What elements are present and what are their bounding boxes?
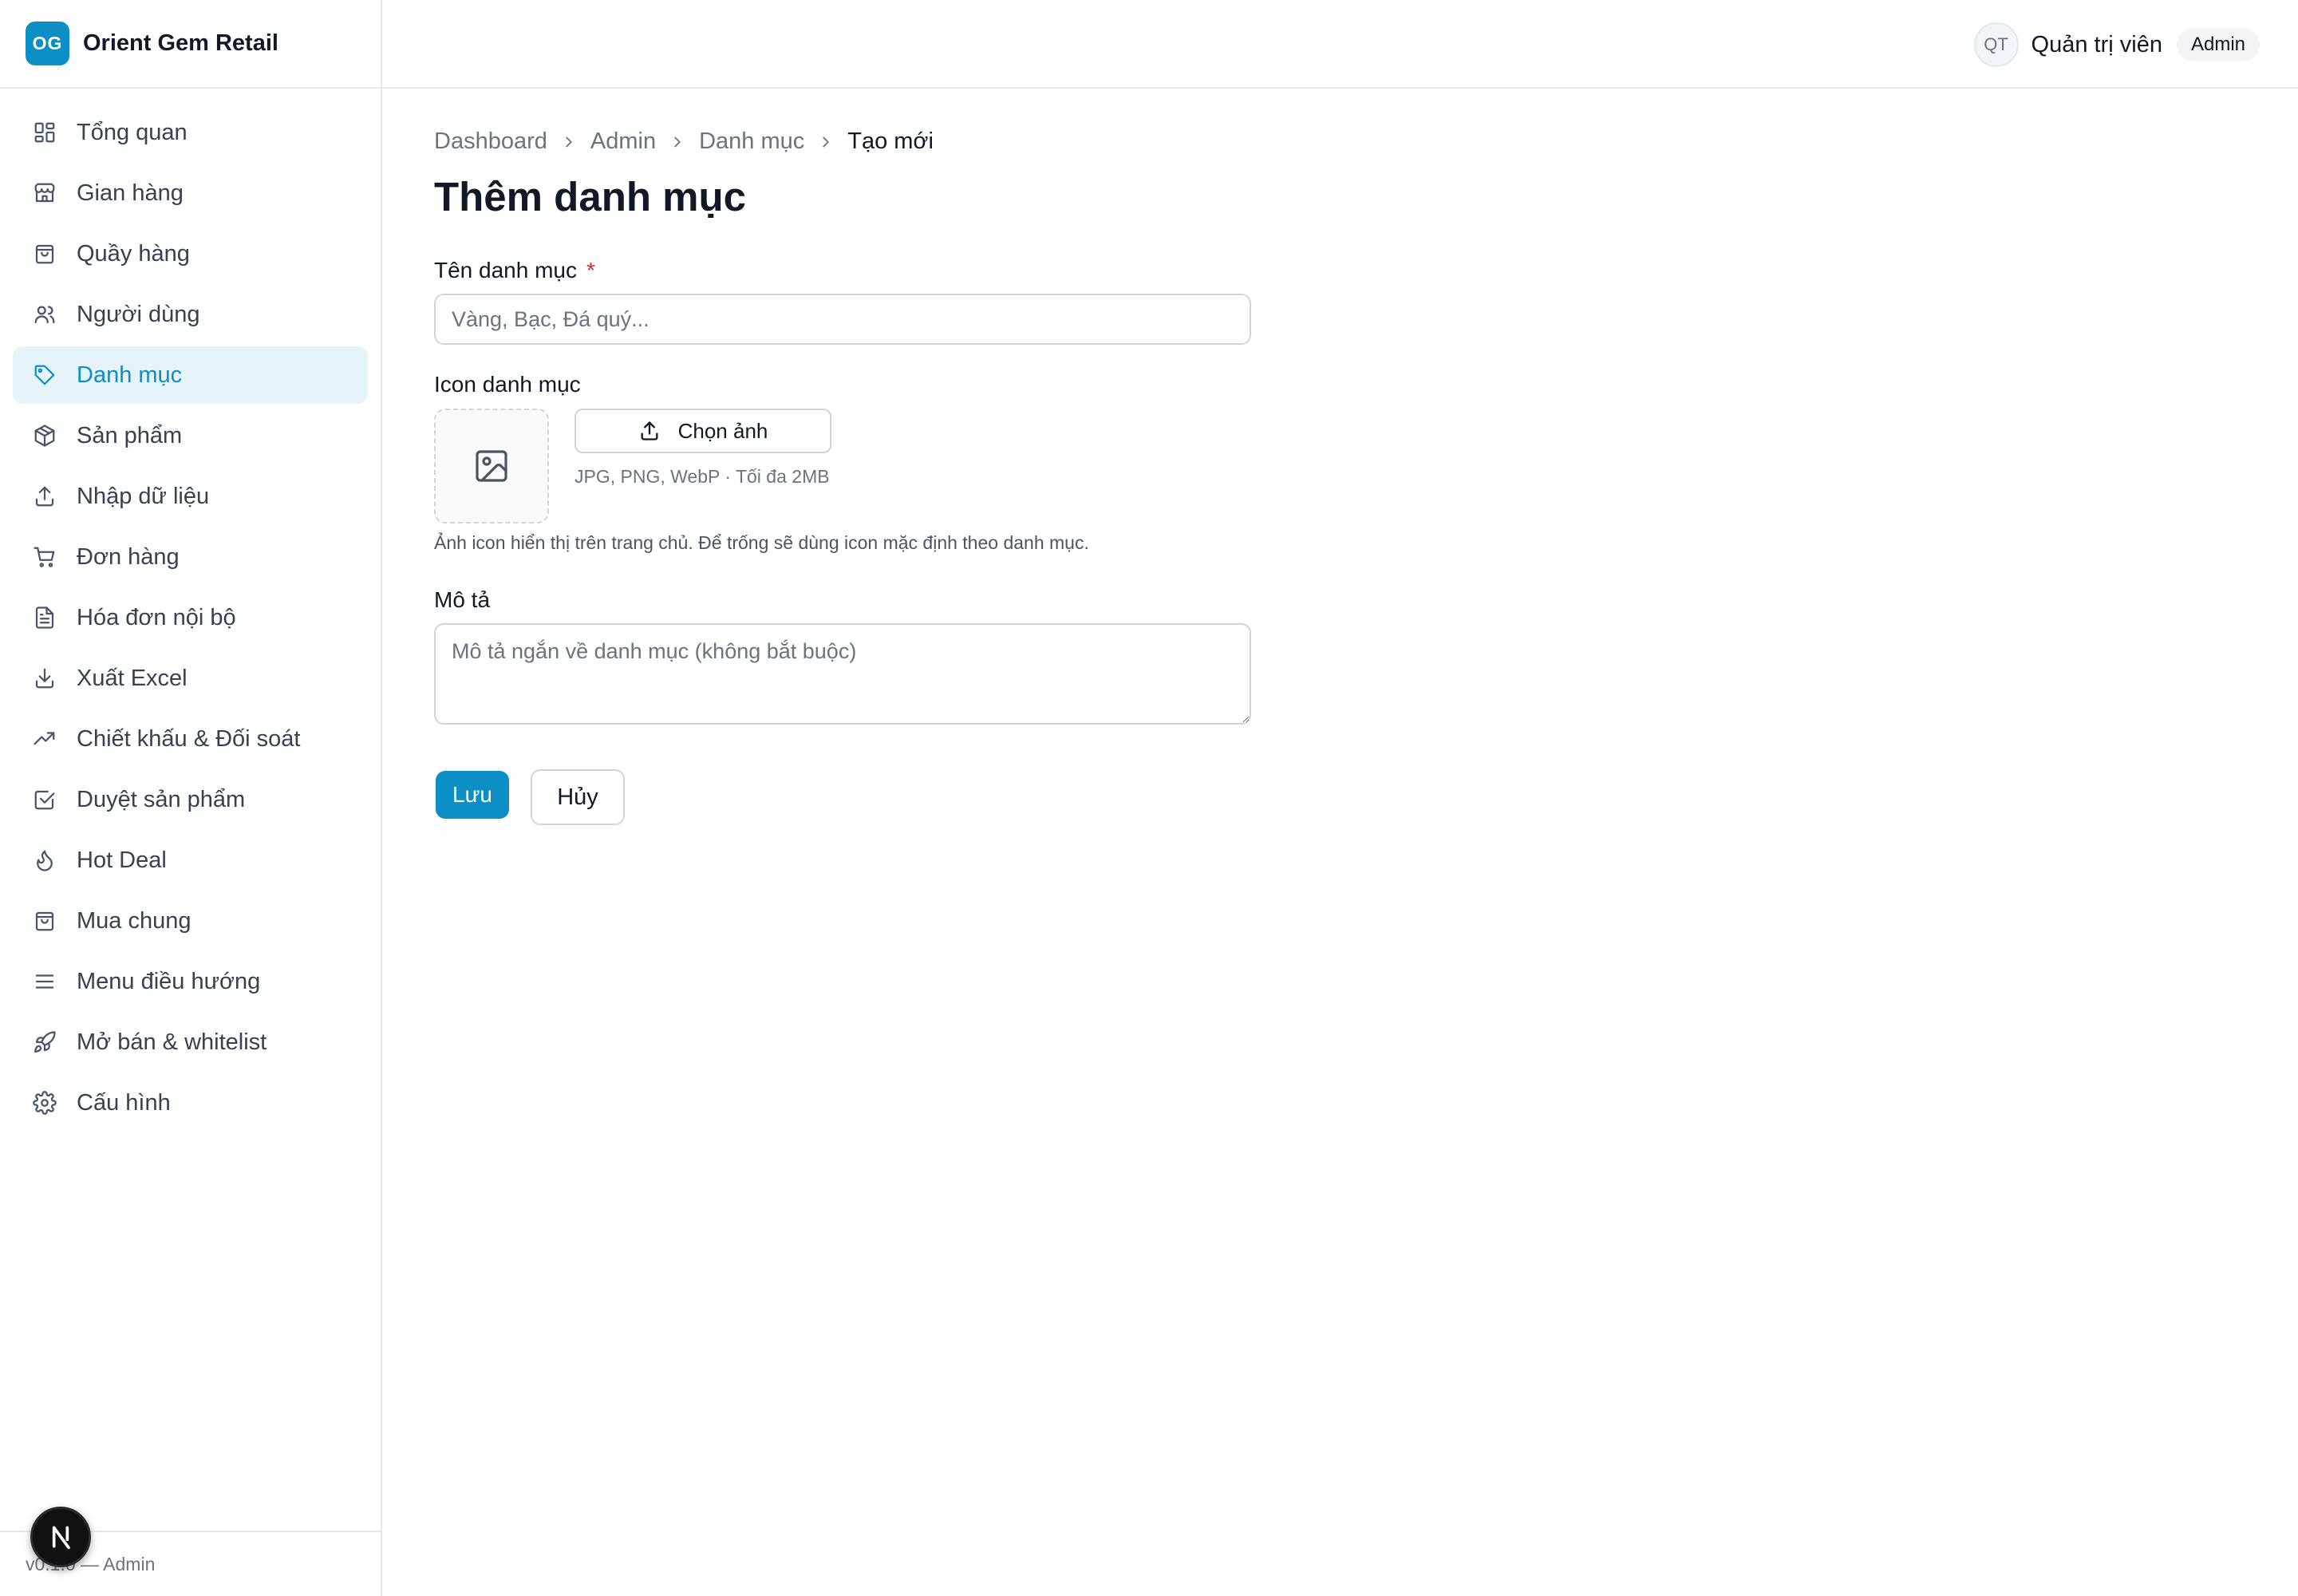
flame-icon — [32, 847, 57, 873]
category-name-input[interactable] — [434, 294, 1251, 345]
upload-hint: JPG, PNG, WebP · Tối đa 2MB — [574, 466, 830, 487]
choose-image-button[interactable]: Chọn ảnh — [574, 409, 831, 453]
check-square-icon — [32, 787, 57, 812]
gear-icon — [32, 1090, 57, 1116]
icon-preview[interactable] — [434, 409, 549, 523]
sidebar-item-mo-ban-whitelist[interactable]: Mở bán & whitelist — [13, 1013, 368, 1071]
save-button[interactable]: Lưu — [436, 771, 509, 819]
upload-icon — [32, 484, 57, 509]
chevron-right-icon — [817, 133, 835, 151]
sidebar-item-san-pham[interactable]: Sản phẩm — [13, 407, 368, 464]
avatar: QT — [1973, 22, 2019, 67]
breadcrumb-item-admin[interactable]: Admin — [590, 128, 656, 155]
sidebar-item-hoa-don-noi-bo[interactable]: Hóa đơn nội bộ — [13, 589, 368, 646]
sidebar-item-label: Menu điều hướng — [77, 968, 261, 994]
user-name: Quản trị viên — [2031, 31, 2162, 57]
page-title: Thêm danh mục — [434, 174, 747, 219]
sidebar-item-nguoi-dung[interactable]: Người dùng — [13, 286, 368, 343]
sidebar-item-label: Nhập dữ liệu — [77, 483, 210, 509]
brand-name: Orient Gem Retail — [83, 30, 278, 56]
choose-image-label: Chọn ảnh — [677, 418, 768, 443]
sidebar-item-label: Duyệt sản phẩm — [77, 786, 246, 812]
sidebar-item-label: Cấu hình — [77, 1089, 171, 1116]
upload-icon — [641, 421, 658, 440]
sidebar-item-label: Sản phẩm — [77, 422, 183, 448]
shopping-bag-icon — [32, 241, 57, 267]
breadcrumb-current: Tạo mới — [847, 128, 934, 154]
sidebar-nav: Tổng quan Gian hàng Quầy hàng Người dùng — [0, 89, 381, 1132]
sidebar-item-label: Đơn hàng — [77, 543, 180, 570]
description-textarea[interactable] — [434, 623, 1251, 725]
brand[interactable]: OG Orient Gem Retail — [0, 0, 381, 89]
breadcrumb-item-danh-muc[interactable]: Danh mục — [699, 128, 804, 155]
sidebar-item-hot-deal[interactable]: Hot Deal — [13, 832, 368, 889]
app-root: OG Orient Gem Retail Tổng quan Gian hàng — [0, 0, 2298, 1596]
shopping-cart-icon — [32, 544, 57, 570]
menu-icon — [32, 969, 57, 994]
sidebar-item-label: Quầy hàng — [77, 240, 190, 267]
breadcrumb: Dashboard Admin Danh mục Tạo mới — [434, 128, 934, 155]
name-label-text: Tên danh mục — [434, 258, 577, 282]
sidebar-item-menu-dieu-huong[interactable]: Menu điều hướng — [13, 953, 368, 1010]
store-icon — [32, 180, 57, 206]
role-badge: Admin — [2176, 28, 2260, 61]
image-placeholder-icon — [476, 450, 507, 482]
required-mark: * — [586, 258, 595, 282]
icon-help-text: Ảnh icon hiển thị trên trang chủ. Để trố… — [434, 532, 1089, 553]
dev-tools-badge[interactable] — [30, 1507, 91, 1567]
description-field-label: Mô tả — [434, 587, 491, 612]
sidebar-item-xuat-excel[interactable]: Xuất Excel — [13, 650, 368, 707]
brand-logo: OG — [26, 22, 69, 65]
topbar: QT Quản trị viên Admin — [382, 0, 2298, 89]
sidebar-item-mua-chung[interactable]: Mua chung — [13, 892, 368, 950]
sidebar: OG Orient Gem Retail Tổng quan Gian hàng — [0, 0, 382, 1596]
sidebar-item-label: Mua chung — [77, 907, 192, 934]
chevron-right-icon — [669, 133, 686, 151]
sidebar-item-don-hang[interactable]: Đơn hàng — [13, 528, 368, 586]
sidebar-item-danh-muc[interactable]: Danh mục — [13, 346, 368, 404]
next-logo-icon — [52, 1526, 70, 1550]
sidebar-item-tong-quan[interactable]: Tổng quan — [13, 104, 368, 161]
sidebar-item-label: Chiết khấu & Đối soát — [77, 725, 301, 752]
sidebar-item-nhap-du-lieu[interactable]: Nhập dữ liệu — [13, 468, 368, 525]
sidebar-item-label: Người dùng — [77, 301, 200, 327]
sidebar-item-label: Danh mục — [77, 361, 183, 388]
sidebar-item-label: Xuất Excel — [77, 665, 188, 691]
name-field-label: Tên danh mục * — [434, 258, 595, 283]
tag-icon — [32, 362, 57, 388]
sidebar-item-label: Gian hàng — [77, 180, 184, 206]
sidebar-item-quay-hang[interactable]: Quầy hàng — [13, 225, 368, 282]
sidebar-item-duyet-san-pham[interactable]: Duyệt sản phẩm — [13, 771, 368, 828]
breadcrumb-item-dashboard[interactable]: Dashboard — [434, 128, 547, 155]
sidebar-item-label: Hot Deal — [77, 847, 167, 873]
icon-field-label: Icon danh mục — [434, 372, 581, 397]
file-text-icon — [32, 605, 57, 630]
rocket-icon — [32, 1029, 57, 1055]
sidebar-item-label: Tổng quan — [77, 119, 188, 145]
chevron-right-icon — [560, 133, 578, 151]
download-icon — [32, 666, 57, 691]
sidebar-item-gian-hang[interactable]: Gian hàng — [13, 164, 368, 222]
sidebar-item-chiet-khau-doi-soat[interactable]: Chiết khấu & Đối soát — [13, 710, 368, 768]
trending-up-icon — [32, 726, 57, 752]
sidebar-item-label: Mở bán & whitelist — [77, 1029, 267, 1055]
dashboard-grid-icon — [32, 120, 57, 145]
sidebar-item-cau-hinh[interactable]: Cấu hình — [13, 1074, 368, 1132]
package-icon — [32, 423, 57, 448]
cancel-button[interactable]: Hủy — [531, 769, 625, 825]
sidebar-item-label: Hóa đơn nội bộ — [77, 604, 236, 630]
users-icon — [32, 302, 57, 327]
user-menu[interactable]: QT Quản trị viên Admin — [1973, 22, 2260, 67]
shopping-bag-icon — [32, 908, 57, 934]
